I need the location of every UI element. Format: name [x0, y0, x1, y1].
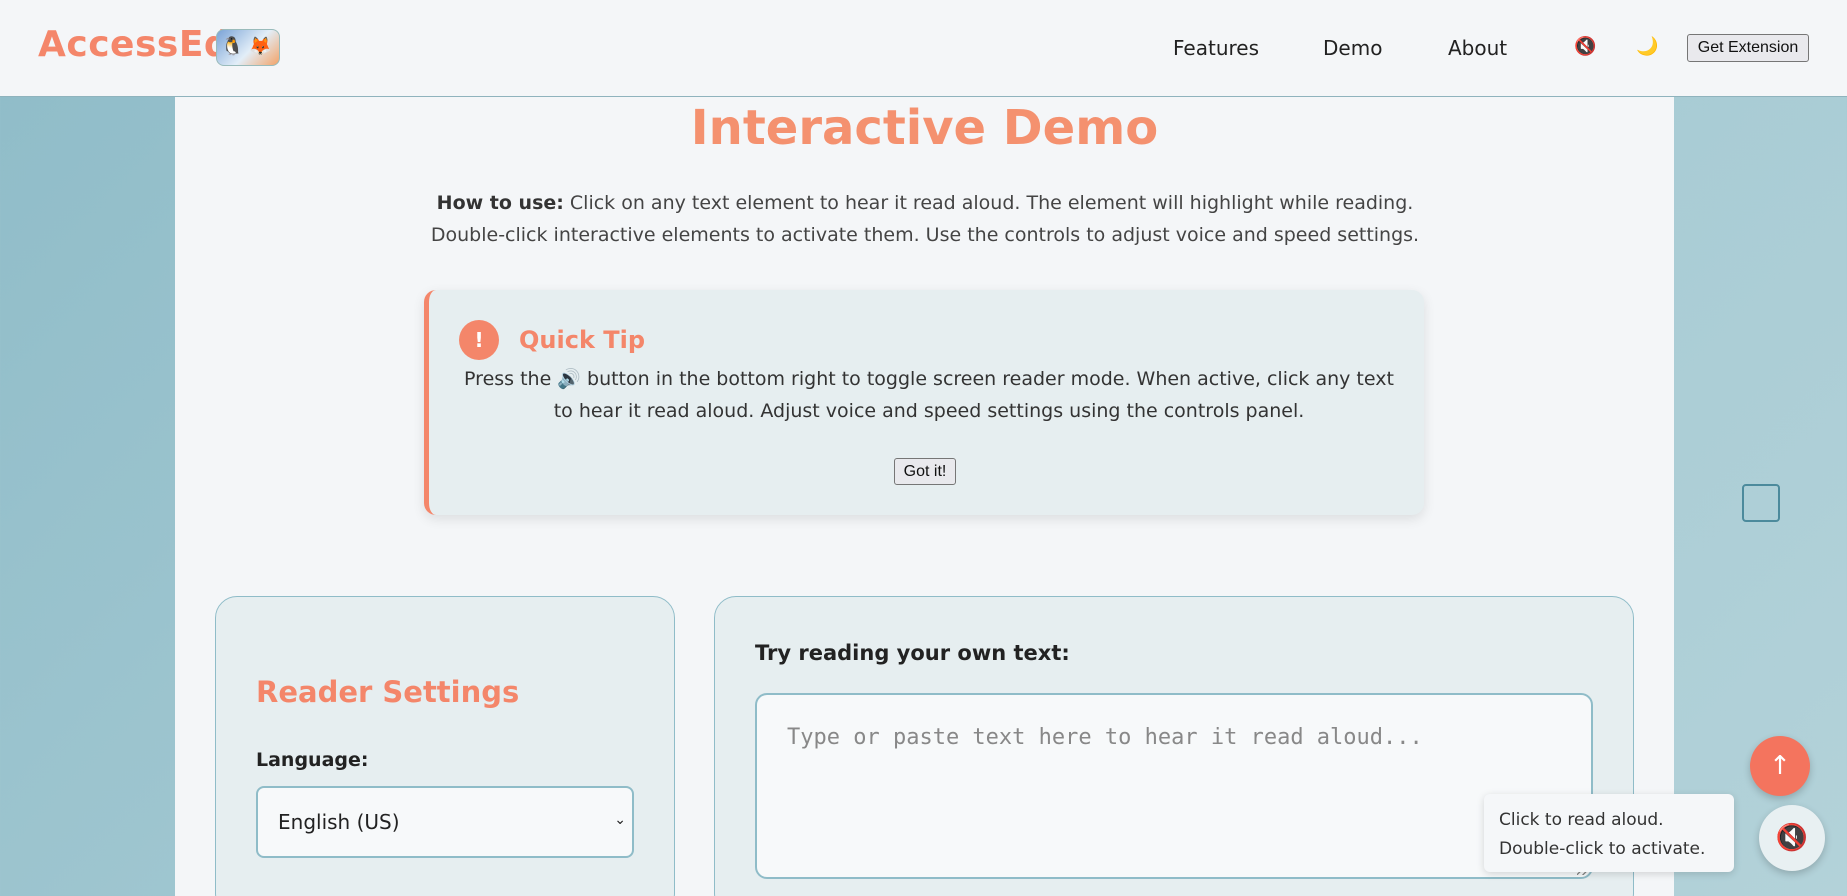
quick-tip-title: Quick Tip	[519, 326, 646, 354]
nav-link-demo[interactable]: Demo	[1323, 36, 1382, 60]
how-to-use-label: How to use:	[436, 192, 564, 214]
reader-tooltip: Click to read aloud. Double-click to act…	[1484, 794, 1734, 872]
language-select[interactable]: English (US) ⌄	[256, 786, 634, 858]
how-to-use-text: How to use: Click on any text element to…	[425, 187, 1425, 251]
quick-tip-body: Press the 🔊 button in the bottom right t…	[464, 368, 1394, 422]
custom-text-placeholder: Type or paste text here to hear it read …	[787, 725, 1423, 750]
main-content: Interactive Demo How to use: Click on an…	[175, 97, 1674, 896]
got-it-button[interactable]: Got it!	[894, 458, 956, 485]
logo-image: 🐧 🦊	[216, 29, 280, 66]
how-to-use-body: Click on any text element to hear it rea…	[430, 192, 1420, 246]
nav-link-features[interactable]: Features	[1173, 36, 1259, 60]
language-select-value: English (US)	[278, 810, 400, 834]
quick-tip-panel: ! Quick Tip Press the 🔊 button in the bo…	[424, 290, 1424, 515]
custom-text-input[interactable]: Type or paste text here to hear it read …	[755, 693, 1593, 879]
custom-text-label: Try reading your own text:	[755, 641, 1070, 665]
nav-link-about[interactable]: About	[1448, 36, 1507, 60]
tooltip-line-2: Double-click to activate.	[1499, 839, 1706, 859]
logo-text[interactable]: AccessEd	[38, 24, 230, 65]
get-extension-button[interactable]: Get Extension	[1687, 34, 1809, 62]
reader-settings-title: Reader Settings	[256, 675, 520, 709]
tooltip-line-1: Click to read aloud.	[1499, 810, 1664, 830]
page-title: Interactive Demo	[690, 100, 1159, 156]
language-label: Language:	[256, 749, 369, 771]
moon-icon[interactable]: 🌙	[1636, 36, 1658, 57]
site-header: AccessEd 🐧 🦊 Features Demo About 🔇 🌙 Get …	[0, 0, 1847, 97]
chevron-down-icon: ⌄	[614, 812, 626, 828]
screen-reader-toggle-button[interactable]: 🔇	[1759, 805, 1825, 871]
reader-settings-card: Reader Settings Language: English (US) ⌄	[215, 596, 675, 896]
mute-icon[interactable]: 🔇	[1574, 36, 1596, 57]
scroll-to-top-button[interactable]: ↑	[1750, 736, 1810, 796]
alert-icon: !	[459, 320, 499, 360]
focus-outline-box[interactable]	[1742, 484, 1780, 522]
